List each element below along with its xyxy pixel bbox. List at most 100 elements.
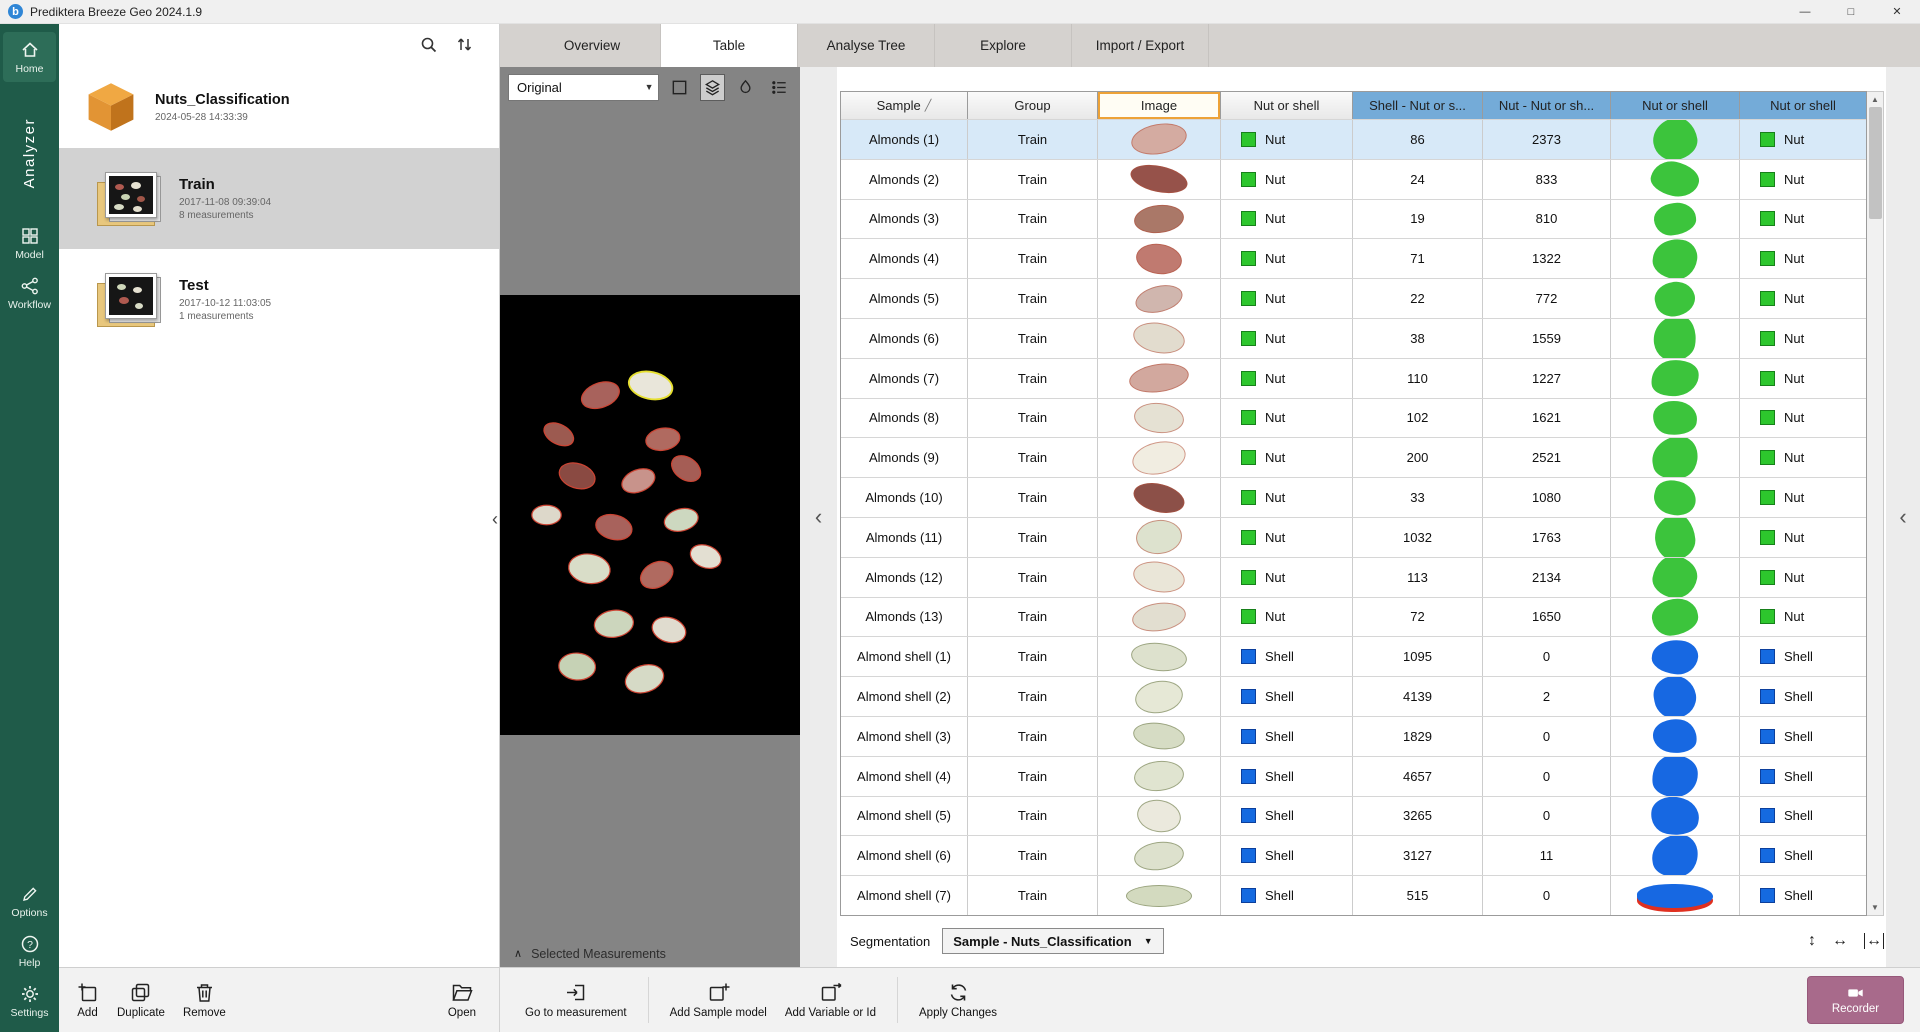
group-cell[interactable]: Train [968, 478, 1098, 517]
class-cell[interactable]: Nut [1221, 239, 1353, 279]
group-cell[interactable]: Train [968, 557, 1098, 597]
sample-cell[interactable]: Almonds (12) [841, 557, 968, 597]
sample-cell[interactable]: Almonds (10) [841, 478, 968, 517]
selected-measurements-toggle[interactable]: ∧ Selected Measurements [500, 940, 800, 967]
group-cell[interactable]: Train [968, 398, 1098, 438]
image-cell[interactable] [1098, 438, 1221, 478]
group-cell[interactable]: Train [968, 279, 1098, 318]
group-cell[interactable]: Train [968, 716, 1098, 756]
nut-pixel-count-cell[interactable]: 772 [1483, 279, 1611, 318]
segmentation-image-cell[interactable] [1611, 239, 1740, 279]
column-header-nut-nut-or-sh[interactable]: Nut - Nut or sh... [1483, 92, 1611, 119]
image-cell[interactable] [1098, 876, 1221, 915]
table-row[interactable]: Almond shell (6) Train Shell 3127 11 Shell [841, 835, 1866, 876]
nut-pixel-count-cell[interactable]: 1650 [1483, 597, 1611, 637]
table-scrollbar[interactable]: ▲ ▼ [1867, 91, 1884, 916]
nut-pixel-count-cell[interactable]: 0 [1483, 716, 1611, 756]
measurement-item-train[interactable]: Train 2017-11-08 09:39:04 8 measurements [59, 148, 499, 249]
table-row[interactable]: Almonds (4) Train Nut 71 1322 Nut [841, 238, 1866, 279]
shell-pixel-count-cell[interactable]: 113 [1353, 557, 1483, 597]
image-cell[interactable] [1098, 517, 1221, 557]
table-row[interactable]: Almond shell (3) Train Shell 1829 0 Shell [841, 715, 1866, 756]
nut-pixel-count-cell[interactable]: 0 [1483, 756, 1611, 796]
segmentation-image-cell[interactable] [1611, 358, 1740, 398]
class-cell[interactable]: Shell [1740, 876, 1866, 915]
group-cell[interactable]: Train [968, 876, 1098, 915]
view-plain-button[interactable] [667, 74, 692, 101]
shell-pixel-count-cell[interactable]: 110 [1353, 358, 1483, 398]
class-cell[interactable]: Nut [1740, 160, 1866, 199]
nut-pixel-count-cell[interactable]: 1322 [1483, 239, 1611, 279]
group-cell[interactable]: Train [968, 318, 1098, 358]
image-cell[interactable] [1098, 756, 1221, 796]
sample-cell[interactable]: Almonds (8) [841, 398, 968, 438]
sort-icon[interactable] [455, 35, 475, 55]
sample-cell[interactable]: Almonds (6) [841, 318, 968, 358]
nut-pixel-count-cell[interactable]: 1621 [1483, 398, 1611, 438]
collapse-viewer-icon[interactable]: ‹ [815, 504, 822, 530]
group-cell[interactable]: Train [968, 796, 1098, 836]
group-cell[interactable]: Train [968, 199, 1098, 239]
table-row[interactable]: Almonds (13) Train Nut 72 1650 Nut [841, 596, 1866, 637]
class-cell[interactable]: Nut [1740, 558, 1866, 597]
nut-pixel-count-cell[interactable]: 1080 [1483, 478, 1611, 517]
class-cell[interactable]: Shell [1740, 717, 1866, 756]
class-cell[interactable]: Nut [1740, 359, 1866, 398]
shell-pixel-count-cell[interactable]: 71 [1353, 239, 1483, 279]
group-cell[interactable]: Train [968, 358, 1098, 398]
shell-pixel-count-cell[interactable]: 38 [1353, 318, 1483, 358]
nut-pixel-count-cell[interactable]: 1763 [1483, 517, 1611, 557]
measurement-item-test[interactable]: Test 2017-10-12 11:03:05 1 measurements [59, 249, 499, 350]
shell-pixel-count-cell[interactable]: 515 [1353, 876, 1483, 915]
class-cell[interactable]: Nut [1740, 598, 1866, 637]
image-cell[interactable] [1098, 677, 1221, 716]
segmentation-image-cell[interactable] [1611, 438, 1740, 478]
nut-pixel-count-cell[interactable]: 0 [1483, 796, 1611, 836]
scroll-up-icon[interactable]: ▲ [1867, 92, 1883, 107]
measurement-image[interactable] [500, 295, 800, 735]
tab-import-export[interactable]: Import / Export [1072, 24, 1209, 67]
shell-pixel-count-cell[interactable]: 1032 [1353, 517, 1483, 557]
image-cell[interactable] [1098, 279, 1221, 318]
shell-pixel-count-cell[interactable]: 1829 [1353, 716, 1483, 756]
shell-pixel-count-cell[interactable]: 22 [1353, 279, 1483, 318]
shell-pixel-count-cell[interactable]: 33 [1353, 478, 1483, 517]
group-cell[interactable]: Train [968, 159, 1098, 199]
segmentation-image-cell[interactable] [1611, 517, 1740, 557]
segmentation-image-cell[interactable] [1611, 716, 1740, 756]
sidebar-item-help[interactable]: ? Help [3, 926, 56, 976]
sample-cell[interactable]: Almonds (11) [841, 517, 968, 557]
shell-pixel-count-cell[interactable]: 102 [1353, 398, 1483, 438]
shell-pixel-count-cell[interactable]: 24 [1353, 159, 1483, 199]
nut-pixel-count-cell[interactable]: 11 [1483, 836, 1611, 876]
class-cell[interactable]: Shell [1740, 836, 1866, 875]
class-cell[interactable]: Nut [1740, 518, 1866, 557]
segmentation-image-cell[interactable] [1611, 199, 1740, 239]
set-column-width-icon[interactable]: ↔ [1864, 933, 1884, 949]
sidebar-item-model[interactable]: Model [3, 218, 56, 268]
image-cell[interactable] [1098, 557, 1221, 597]
sidebar-item-workflow[interactable]: Workflow [3, 268, 56, 318]
image-cell[interactable] [1098, 716, 1221, 756]
group-cell[interactable]: Train [968, 438, 1098, 478]
segmentation-image-cell[interactable] [1611, 398, 1740, 438]
nut-pixel-count-cell[interactable]: 2373 [1483, 120, 1611, 159]
nut-pixel-count-cell[interactable]: 1559 [1483, 318, 1611, 358]
table-row[interactable]: Almonds (9) Train Nut 200 2521 Nut [841, 437, 1866, 478]
table-row[interactable]: Almonds (2) Train Nut 24 833 Nut [841, 158, 1866, 199]
segmentation-image-cell[interactable] [1611, 677, 1740, 716]
class-cell[interactable]: Nut [1221, 159, 1353, 199]
group-cell[interactable]: Train [968, 756, 1098, 796]
group-cell[interactable]: Train [968, 637, 1098, 677]
table-row[interactable]: Almond shell (1) Train Shell 1095 0 Shell [841, 636, 1866, 677]
table-row[interactable]: Almonds (11) Train Nut 1032 1763 Nut [841, 516, 1866, 557]
group-cell[interactable]: Train [968, 677, 1098, 716]
nut-pixel-count-cell[interactable]: 0 [1483, 876, 1611, 915]
view-layers-button[interactable] [699, 73, 726, 101]
class-cell[interactable]: Nut [1740, 200, 1866, 239]
column-header-nut-or-shell[interactable]: Nut or shell [1740, 92, 1866, 119]
class-cell[interactable]: Nut [1221, 517, 1353, 557]
minimize-button[interactable]: — [1782, 0, 1828, 23]
class-cell[interactable]: Nut [1740, 120, 1866, 159]
group-cell[interactable]: Train [968, 836, 1098, 876]
